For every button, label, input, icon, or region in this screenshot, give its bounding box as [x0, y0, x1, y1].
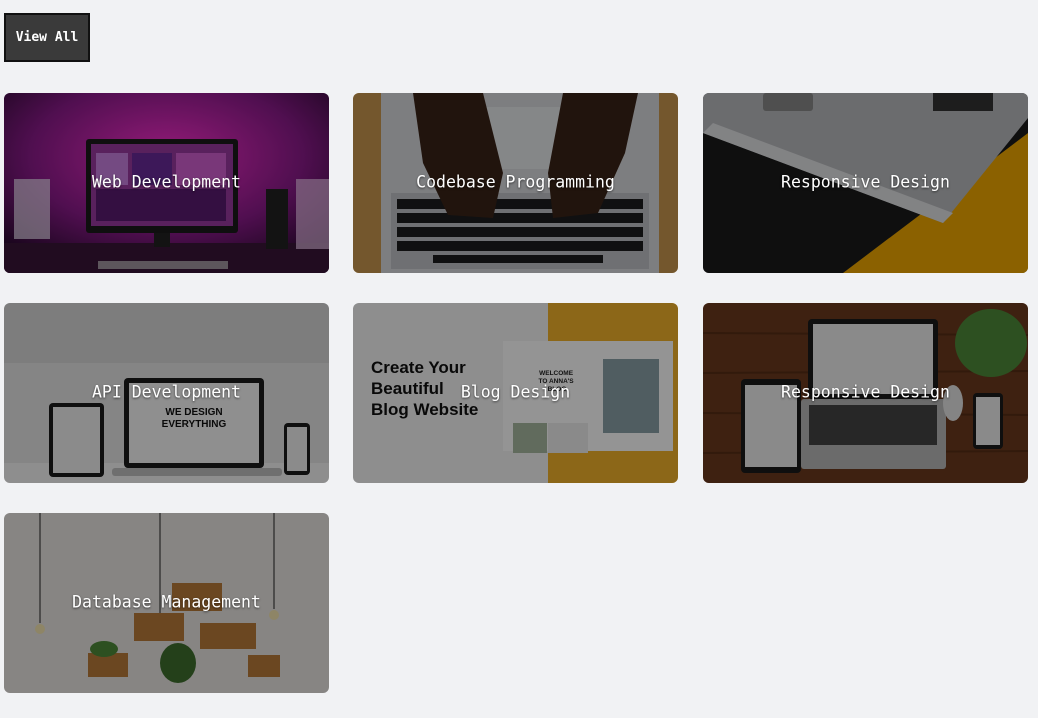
portfolio-card-api-development[interactable]: WE DESIGN EVERYTHING API Development — [4, 303, 329, 483]
card-title: Responsive Design — [781, 382, 950, 402]
portfolio-card-codebase-programming[interactable]: Codebase Programming — [353, 93, 678, 273]
view-all-button[interactable]: View All — [4, 13, 90, 62]
card-title: Responsive Design — [781, 172, 950, 192]
card-title: Blog Design — [460, 382, 571, 402]
card-title: Web Development — [91, 172, 241, 192]
portfolio-card-blog-design[interactable]: Create Your Beautiful Blog Website WELCO… — [353, 303, 678, 483]
card-title: Database Management — [72, 592, 261, 612]
card-title: API Development — [91, 382, 241, 402]
card-title: Codebase Programming — [416, 172, 615, 192]
portfolio-card-responsive-design-2[interactable]: Responsive Design — [703, 303, 1028, 483]
portfolio-card-web-development[interactable]: Web Development — [4, 93, 329, 273]
portfolio-card-database-management[interactable]: Database Management — [4, 513, 329, 693]
portfolio-card-responsive-design[interactable]: Responsive Design — [703, 93, 1028, 273]
